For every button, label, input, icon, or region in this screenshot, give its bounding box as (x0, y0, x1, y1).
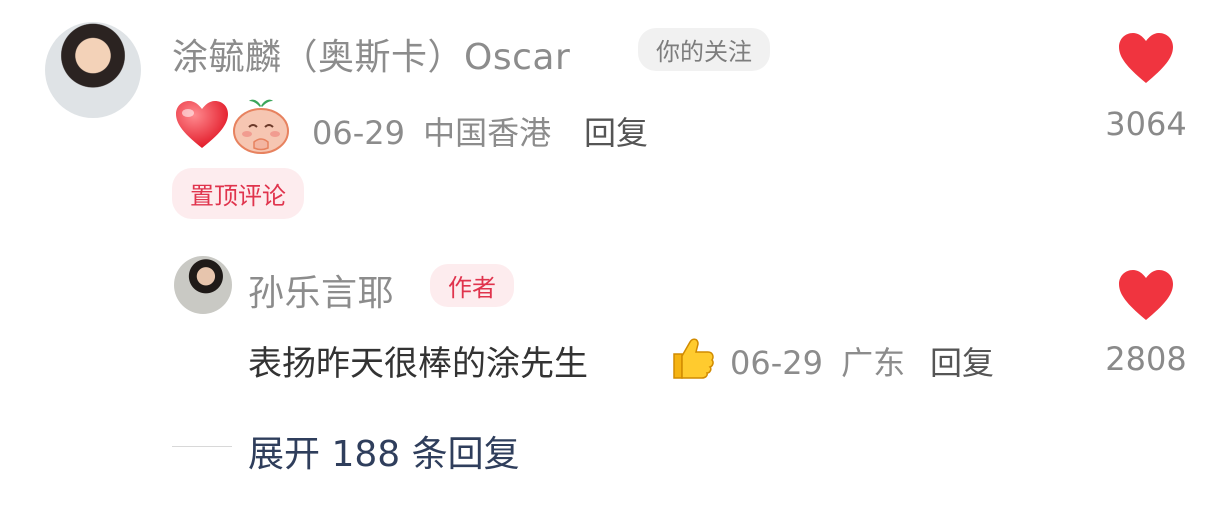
reply-text: 表扬昨天很棒的涂先生 (248, 344, 588, 384)
expand-replies-button[interactable]: 展开 188 条回复 (248, 425, 520, 477)
comment-date: 06-29 (312, 114, 405, 152)
reply-like-heart-icon[interactable] (1118, 270, 1174, 322)
avatar-author[interactable] (174, 256, 232, 314)
avatar-oscar[interactable] (45, 22, 141, 118)
comment-like-heart-icon[interactable] (1118, 33, 1174, 85)
comment-username[interactable]: 涂毓麟（奥斯卡）Oscar (172, 28, 570, 80)
pinned-comment-badge: 置顶评论 (172, 168, 304, 219)
heart-emoji-icon (174, 100, 230, 152)
reply-location: 广东 (841, 344, 906, 382)
reply-date: 06-29 (730, 344, 823, 382)
author-tag: 作者 (430, 264, 514, 307)
reply-reply-button[interactable]: 回复 (930, 338, 994, 384)
peach-emoji-icon (232, 98, 290, 154)
follow-tag: 你的关注 (638, 28, 770, 71)
comment-reply-button[interactable]: 回复 (584, 108, 648, 154)
reply-like-count: 2808 (1105, 340, 1187, 378)
thumbs-up-emoji-icon (668, 334, 716, 382)
reply-username[interactable]: 孙乐言耶 (248, 264, 394, 316)
comment-like-count: 3064 (1105, 105, 1187, 143)
comment-location: 中国香港 (423, 114, 552, 152)
expand-divider (172, 446, 232, 447)
